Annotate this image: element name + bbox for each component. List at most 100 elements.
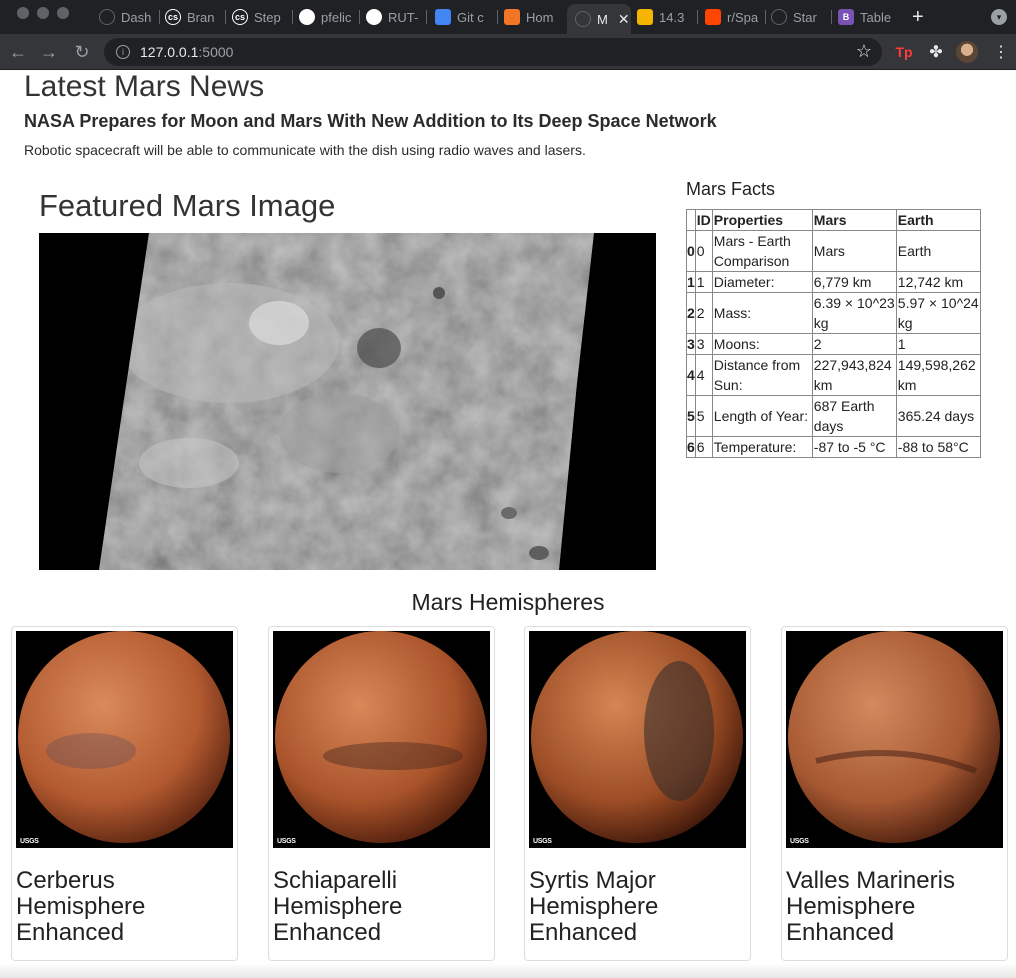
browser-tab[interactable]: Hom — [500, 5, 562, 29]
back-button[interactable]: ← — [6, 40, 30, 64]
table-cell-index: 3 — [686, 333, 696, 355]
browser-tab[interactable]: Git c — [431, 5, 495, 29]
browser-tab[interactable]: RUT- — [362, 5, 424, 29]
browser-tab-label: Star — [793, 9, 817, 25]
column-header: Properties — [711, 209, 813, 231]
close-tab-icon[interactable]: ✕ — [618, 11, 630, 28]
table-cell-mars: 6.39 × 10^23 kg — [811, 292, 897, 334]
forward-button[interactable]: → — [37, 40, 61, 64]
tab-search-icon[interactable]: ▾ — [991, 9, 1007, 25]
hemisphere-card[interactable]: USGS Valles Marineris Hemisphere Enhanced — [781, 626, 1008, 961]
table-cell-id: 3 — [694, 333, 713, 355]
browser-tab[interactable]: r/Spa — [701, 5, 763, 29]
usgs-logo: USGS — [790, 838, 809, 845]
browser-tab[interactable]: M ✕ — [567, 4, 631, 34]
featured-image-title: Featured Mars Image — [39, 188, 336, 223]
browser-tab-label: r/Spa — [727, 9, 759, 25]
table-cell-index: 4 — [686, 354, 696, 396]
globe-icon — [575, 11, 591, 27]
profile-avatar[interactable] — [956, 41, 978, 63]
browser-tab[interactable]: Dash — [95, 5, 157, 29]
table-row: 0 0 Mars - Earth Comparison Mars Earth — [686, 230, 981, 272]
jupyter-icon — [504, 9, 520, 25]
table-cell-earth: 5.97 × 10^24 kg — [895, 292, 981, 334]
browser-tab[interactable]: 14.3 — [633, 5, 695, 29]
table-cell-property: Moons: — [711, 333, 813, 355]
table-row: 5 5 Length of Year: 687 Earth days 365.24 da… — [686, 395, 981, 437]
bookmark-star-icon[interactable]: ☆ — [856, 41, 872, 62]
browser-tab-label: Dash — [121, 9, 152, 25]
browser-tab-bar: Dash cs Bran cs Step pfelic RUT- Git c Hom M ✕ 14.3… — [0, 0, 1016, 34]
hemisphere-card[interactable]: USGS Schiaparelli Hemisphere Enhanced — [268, 626, 495, 961]
table-cell-earth: 12,742 km — [895, 271, 981, 293]
table-cell-property: Diameter: — [711, 271, 813, 293]
browser-tab[interactable]: cs Bran — [161, 5, 223, 29]
address-bar[interactable]: i 127.0.0.1:5000 ☆ — [104, 38, 882, 66]
minimize-window-button[interactable] — [37, 7, 49, 19]
browser-tab-label: Hom — [526, 9, 554, 25]
table-cell-mars: 227,943,824 km — [811, 354, 897, 396]
extensions-puzzle-icon[interactable]: ✤ — [925, 41, 947, 63]
table-cell-earth: 1 — [895, 333, 981, 355]
table-row: 4 4 Distance from Sun: 227,943,824 km 149,59… — [686, 354, 981, 396]
browser-tab[interactable]: pfelic — [295, 5, 357, 29]
bootstrap-icon: B — [838, 9, 854, 25]
table-cell-mars: -87 to -5 °C — [811, 436, 897, 458]
usgs-logo: USGS — [533, 838, 552, 845]
hemisphere-name[interactable]: Valles Marineris Hemisphere Enhanced — [786, 868, 1001, 946]
browser-tab[interactable]: B Table — [834, 5, 896, 29]
column-header: Earth — [895, 209, 981, 231]
hemisphere-image[interactable]: USGS — [273, 631, 490, 848]
browser-tab-label: RUT- — [388, 9, 419, 25]
table-cell-property: Mass: — [711, 292, 813, 334]
hemisphere-image[interactable]: USGS — [529, 631, 746, 848]
table-cell-earth: 365.24 days — [895, 395, 981, 437]
site-info-icon[interactable]: i — [116, 45, 130, 59]
browser-tab-label: Table — [860, 9, 892, 25]
usgs-logo: USGS — [20, 838, 39, 845]
featured-mars-image — [39, 233, 656, 570]
hemisphere-image[interactable]: USGS — [16, 631, 233, 848]
hemisphere-card[interactable]: USGS Cerberus Hemisphere Enhanced — [11, 626, 238, 961]
table-cell-id: 5 — [694, 395, 713, 437]
table-cell-earth: -88 to 58°C — [895, 436, 981, 458]
browser-menu-icon[interactable]: ⋮ — [990, 41, 1012, 63]
news-teaser: Robotic spacecraft will be able to commu… — [24, 142, 586, 158]
tab-separator — [697, 10, 698, 24]
hemisphere-card[interactable]: USGS Syrtis Major Hemisphere Enhanced — [524, 626, 751, 961]
table-cell-mars: 687 Earth days — [811, 395, 897, 437]
cs-icon: cs — [232, 9, 248, 25]
github-icon — [299, 9, 315, 25]
news-section-title: Latest Mars News — [24, 71, 265, 103]
table-cell-index: 5 — [686, 395, 696, 437]
github-icon — [366, 9, 382, 25]
tab-separator — [497, 10, 498, 24]
tab-separator — [359, 10, 360, 24]
table-cell-property: Mars - Earth Comparison — [711, 230, 813, 272]
tp-extension-icon[interactable]: Tp — [893, 41, 915, 63]
table-header-row: ID Properties Mars Earth — [686, 209, 981, 231]
table-cell-id: 0 — [694, 230, 713, 272]
new-tab-button[interactable]: + — [912, 6, 924, 29]
browser-tab-label: Bran — [187, 9, 215, 25]
hemisphere-name[interactable]: Cerberus Hemisphere Enhanced — [16, 868, 231, 946]
browser-tab-label: Git c — [457, 9, 484, 25]
browser-tab[interactable]: cs Step — [228, 5, 290, 29]
table-cell-id: 2 — [694, 292, 713, 334]
hemisphere-name[interactable]: Schiaparelli Hemisphere Enhanced — [273, 868, 488, 946]
browser-tab-label: pfelic — [321, 9, 352, 25]
browser-tab-label: M — [597, 11, 608, 27]
hemispheres-title: Mars Hemispheres — [411, 589, 605, 615]
index-header — [686, 209, 696, 231]
browser-tab[interactable]: Star — [767, 5, 829, 29]
reload-button[interactable]: ↻ — [70, 40, 94, 64]
hemisphere-name[interactable]: Syrtis Major Hemisphere Enhanced — [529, 868, 744, 946]
table-cell-index: 6 — [686, 436, 696, 458]
table-cell-mars: 2 — [811, 333, 897, 355]
table-cell-mars: Mars — [811, 230, 897, 272]
tab-separator — [426, 10, 427, 24]
hemisphere-image[interactable]: USGS — [786, 631, 1003, 848]
zoom-window-button[interactable] — [57, 7, 69, 19]
close-window-button[interactable] — [17, 7, 29, 19]
browser-tab-label: 14.3 — [659, 9, 685, 25]
